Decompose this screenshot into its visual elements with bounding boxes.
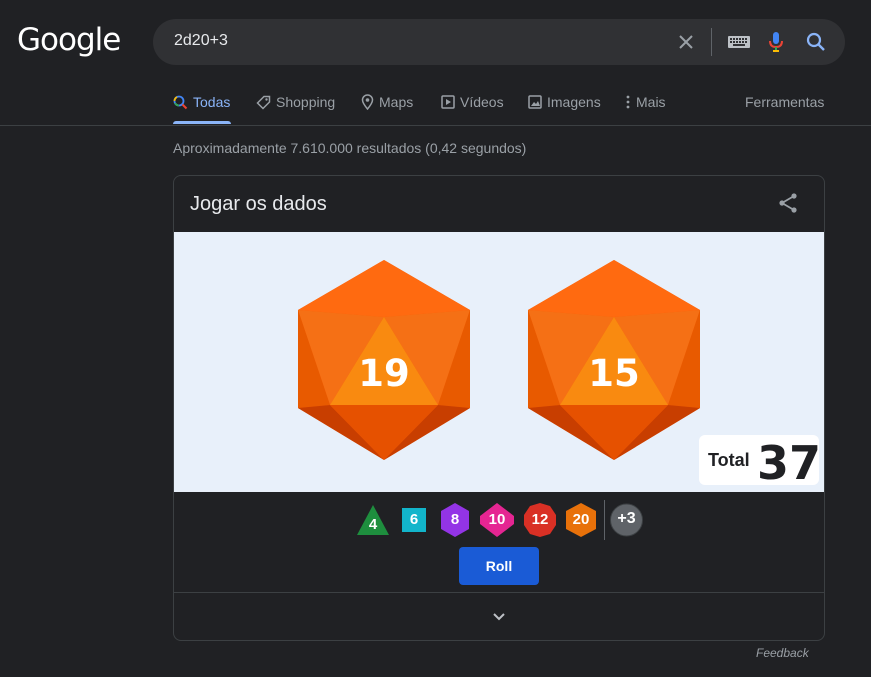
tab-more[interactable]: Mais xyxy=(625,94,666,110)
tab-label: Shopping xyxy=(276,94,336,110)
tab-label: Maps xyxy=(379,94,414,110)
active-tab-indicator xyxy=(173,121,231,124)
dice-stage: 19 15 Total 37 xyxy=(174,232,824,492)
selector-divider xyxy=(604,500,605,540)
header-divider xyxy=(0,125,871,126)
d12-button[interactable]: 12 xyxy=(523,502,557,538)
card-divider xyxy=(174,592,824,593)
feedback-link[interactable]: Feedback xyxy=(756,646,809,660)
more-vert-icon xyxy=(626,95,630,109)
dice-roller-card: Jogar os dados 19 15 Total 37 4 6 8 10 1… xyxy=(173,175,825,641)
tab-shopping[interactable]: Shopping xyxy=(256,94,335,110)
keyboard-icon[interactable] xyxy=(728,36,750,48)
pin-icon xyxy=(361,94,374,110)
d20-die-2: 15 xyxy=(528,260,700,465)
d4-label: 4 xyxy=(368,516,378,533)
image-icon xyxy=(528,95,542,109)
search-input[interactable]: 2d20+3 xyxy=(174,32,228,50)
tab-label: Vídeos xyxy=(460,94,504,110)
d20-label: 20 xyxy=(572,511,590,528)
modifier-button[interactable]: +3 xyxy=(609,502,644,538)
tab-videos[interactable]: Vídeos xyxy=(441,94,504,110)
search-box[interactable]: 2d20+3 xyxy=(153,19,845,65)
tab-all[interactable]: Todas xyxy=(173,94,230,110)
tab-maps[interactable]: Maps xyxy=(361,94,413,110)
search-icon[interactable] xyxy=(806,32,826,52)
tag-icon xyxy=(256,95,271,110)
tab-images[interactable]: Imagens xyxy=(528,94,601,110)
d20-die-1: 19 xyxy=(298,260,470,465)
roll-button[interactable]: Roll xyxy=(459,547,539,585)
search-tabs: Todas Shopping Maps Vídeos Imagens Mais … xyxy=(173,84,825,126)
d10-label: 10 xyxy=(488,511,506,528)
microphone-icon[interactable] xyxy=(768,31,784,53)
die-result: 19 xyxy=(358,352,410,395)
card-title: Jogar os dados xyxy=(190,193,327,215)
google-logo[interactable]: Google xyxy=(17,22,121,58)
play-icon xyxy=(441,95,455,109)
tools-button[interactable]: Ferramentas xyxy=(745,94,824,110)
d6-button[interactable]: 6 xyxy=(400,502,428,538)
share-icon[interactable] xyxy=(776,191,800,215)
clear-icon[interactable] xyxy=(677,33,695,51)
d4-button[interactable]: 4 xyxy=(355,502,391,538)
total-box: Total 37 xyxy=(699,435,821,490)
d8-label: 8 xyxy=(450,511,460,528)
d12-label: 12 xyxy=(531,511,549,528)
result-stats: Aproximadamente 7.610.000 resultados (0,… xyxy=(173,140,527,156)
d8-button[interactable]: 8 xyxy=(439,502,471,538)
total-value: 37 xyxy=(757,436,822,490)
search-divider xyxy=(711,28,712,56)
die-result: 15 xyxy=(588,352,640,395)
d10-button[interactable]: 10 xyxy=(479,502,515,538)
search-icon xyxy=(173,95,188,109)
total-label: Total xyxy=(708,450,750,470)
tab-label: Mais xyxy=(636,94,666,110)
tab-label: Todas xyxy=(193,94,231,110)
die-type-selector: 4 6 8 10 12 20 +3 xyxy=(174,500,824,540)
d6-label: 6 xyxy=(409,511,419,528)
d20-button[interactable]: 20 xyxy=(564,502,598,538)
tools-label: Ferramentas xyxy=(745,94,825,110)
tab-label: Imagens xyxy=(547,94,601,110)
modifier-label: +3 xyxy=(617,510,636,527)
chevron-down-icon[interactable] xyxy=(490,608,508,626)
